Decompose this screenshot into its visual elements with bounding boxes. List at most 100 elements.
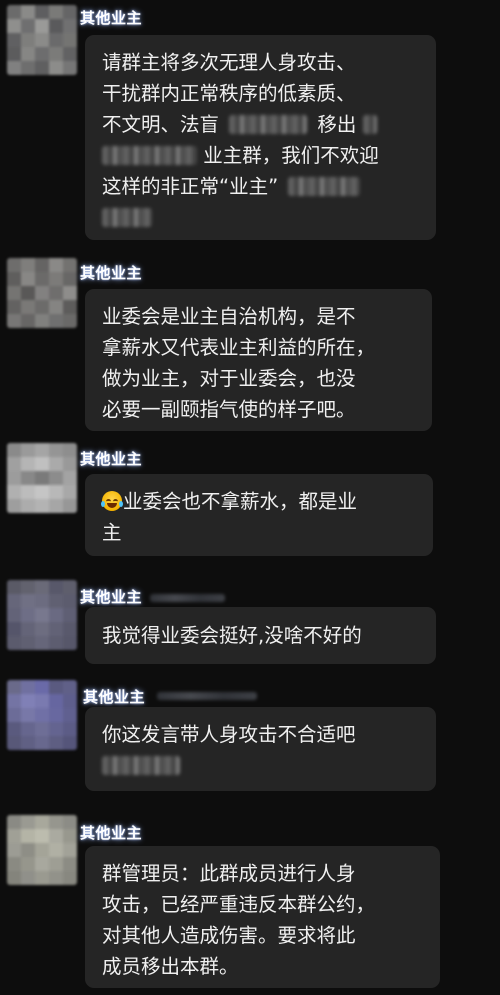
message-text: 业主群，我们不欢迎 <box>203 144 379 167</box>
avatar-mosaic-tile <box>49 708 63 722</box>
message-line: 干扰群内正常秩序的低素质、 <box>102 82 356 105</box>
avatar-mosaic-tile <box>21 815 35 829</box>
avatar-mosaic-tile <box>35 594 49 608</box>
avatar-mosaic-tile <box>35 61 49 75</box>
avatar-mosaic-tile <box>35 457 49 471</box>
message-line: 这样的非正常“业主” <box>102 171 422 202</box>
avatar-mosaic-tile <box>21 47 35 61</box>
sender-name: 其他业主 <box>80 450 143 468</box>
avatar-mosaic-tile <box>49 286 63 300</box>
message-bubble[interactable]: 业委会是业主自治机构，是不 拿薪水又代表业主利益的所在， 做为业主，对于业委会，… <box>85 289 432 431</box>
avatar-mosaic-tile <box>63 815 77 829</box>
avatar-mosaic-tile <box>35 485 49 499</box>
avatar-mosaic-tile <box>35 736 49 750</box>
avatar-mosaic-tile <box>63 736 77 750</box>
avatar-mosaic-tile <box>63 594 77 608</box>
avatar-mosaic-tile <box>63 5 77 19</box>
avatar-mosaic-tile <box>7 694 21 708</box>
avatar-mosaic-tile <box>21 736 35 750</box>
message-line <box>102 202 422 233</box>
avatar-mosaic-tile <box>21 708 35 722</box>
message-line: 业主群，我们不欢迎 <box>102 140 422 171</box>
avatar-mosaic-tile <box>49 272 63 286</box>
avatar-mosaic-tile <box>35 871 49 885</box>
avatar-mosaic-tile <box>21 471 35 485</box>
avatar-mosaic-tile <box>21 272 35 286</box>
message-bubble[interactable]: 你这发言带人身攻击不合适吧 <box>85 707 436 791</box>
avatar-mosaic-tile <box>35 636 49 650</box>
sender-name: 其他业主 <box>80 264 143 282</box>
avatar-mosaic-tile <box>7 258 21 272</box>
avatar-mosaic-tile <box>21 636 35 650</box>
avatar-mosaic-tile <box>7 5 21 19</box>
avatar[interactable] <box>7 580 77 650</box>
avatar-mosaic-tile <box>63 499 77 513</box>
avatar[interactable] <box>7 258 77 328</box>
avatar-mosaic-tile <box>49 815 63 829</box>
avatar-mosaic-tile <box>7 722 21 736</box>
avatar-mosaic-tile <box>35 471 49 485</box>
avatar-mosaic-tile <box>63 33 77 47</box>
avatar-mosaic-tile <box>49 736 63 750</box>
redacted-mention <box>102 146 197 165</box>
avatar-mosaic-tile <box>21 871 35 885</box>
avatar-mosaic-tile <box>35 258 49 272</box>
avatar-mosaic-tile <box>49 829 63 843</box>
avatar-mosaic-tile <box>35 272 49 286</box>
message-line: 业委会也不拿薪水，都是业 <box>101 486 419 517</box>
avatar-mosaic-tile <box>7 815 21 829</box>
sender-name: 其他业主 <box>80 824 143 842</box>
avatar-mosaic-tile <box>49 622 63 636</box>
avatar-mosaic-tile <box>35 33 49 47</box>
avatar-mosaic-tile <box>7 622 21 636</box>
avatar-mosaic-tile <box>35 300 49 314</box>
avatar-mosaic-tile <box>7 580 21 594</box>
avatar-mosaic-tile <box>35 580 49 594</box>
message-line: 你这发言带人身攻击不合适吧 <box>102 723 356 746</box>
avatar[interactable] <box>7 815 77 885</box>
message-bubble[interactable]: 群管理员：此群成员进行人身 攻击，已经严重违反本群公约， 对其他人造成伤害。要求… <box>85 846 440 988</box>
avatar-mosaic-tile <box>49 608 63 622</box>
avatar-mosaic-tile <box>49 580 63 594</box>
avatar-mosaic-tile <box>7 871 21 885</box>
avatar-mosaic-tile <box>7 736 21 750</box>
avatar-mosaic-tile <box>63 580 77 594</box>
message-line: 成员移出本群。 <box>102 955 239 978</box>
avatar-mosaic-tile <box>7 33 21 47</box>
message-bubble[interactable]: 我觉得业委会挺好,没啥不好的 <box>85 607 436 664</box>
message-line: 请群主将多次无理人身攻击、 <box>102 51 356 74</box>
avatar-mosaic-tile <box>21 608 35 622</box>
avatar-mosaic-tile <box>7 485 21 499</box>
avatar-mosaic-tile <box>49 636 63 650</box>
avatar-mosaic-tile <box>49 694 63 708</box>
avatar-mosaic-tile <box>49 443 63 457</box>
avatar[interactable] <box>7 680 77 750</box>
message-bubble[interactable]: 业委会也不拿薪水，都是业 主 <box>85 474 433 556</box>
avatar-mosaic-tile <box>21 843 35 857</box>
avatar-mosaic-tile <box>63 47 77 61</box>
message-line: 业委会是业主自治机构，是不 <box>102 305 356 328</box>
sender-name: 其他业主 <box>80 9 143 27</box>
avatar-mosaic-tile <box>63 694 77 708</box>
avatar-mosaic-tile <box>49 33 63 47</box>
message-text: 这样的非正常“业主” <box>102 175 279 198</box>
tears-of-joy-emoji-icon <box>101 491 123 511</box>
avatar-mosaic-tile <box>35 608 49 622</box>
message-line: 主 <box>102 521 122 544</box>
avatar-mosaic-tile <box>21 594 35 608</box>
message-bubble[interactable]: 请群主将多次无理人身攻击、 干扰群内正常秩序的低素质、 不文明、法盲 移出 业主… <box>85 35 436 240</box>
avatar[interactable] <box>7 5 77 75</box>
avatar-mosaic-tile <box>7 19 21 33</box>
avatar-mosaic-tile <box>63 680 77 694</box>
redacted-mention <box>229 115 308 134</box>
redacted-mention <box>288 177 361 196</box>
avatar-mosaic-tile <box>49 300 63 314</box>
avatar-mosaic-tile <box>63 286 77 300</box>
avatar-mosaic-tile <box>35 829 49 843</box>
avatar-mosaic-tile <box>21 457 35 471</box>
avatar-mosaic-tile <box>7 314 21 328</box>
avatar-mosaic-tile <box>7 708 21 722</box>
avatar-mosaic-tile <box>21 485 35 499</box>
avatar[interactable] <box>7 443 77 513</box>
avatar-mosaic-tile <box>49 485 63 499</box>
